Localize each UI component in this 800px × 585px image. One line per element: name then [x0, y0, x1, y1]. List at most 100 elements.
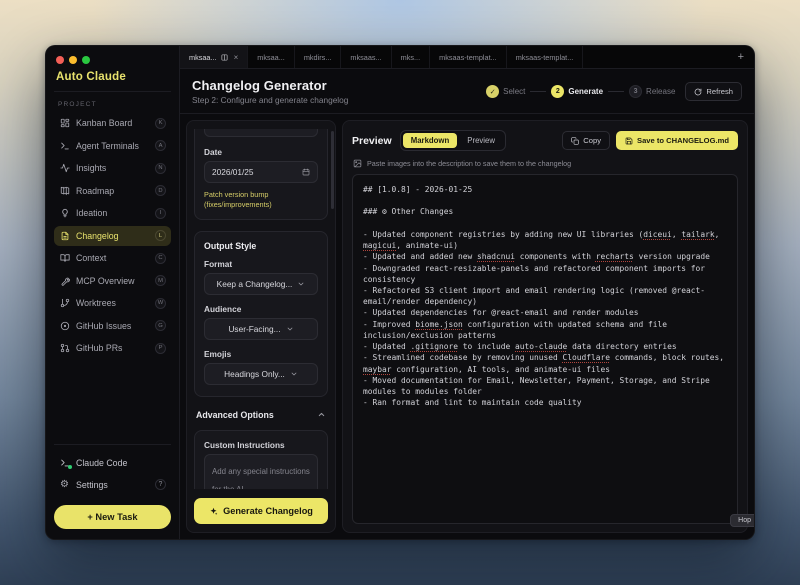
sidebar-item-changelog[interactable]: ChangelogL: [54, 226, 171, 247]
output-style-card: Output Style Format Keep a Changelog... …: [194, 231, 328, 397]
tab-mkdirs[interactable]: mkdirs...: [295, 46, 342, 68]
sidebar-item-label: GitHub PRs: [76, 343, 149, 353]
sidebar-footer: Claude Code ⚙ Settings ? + New Task: [54, 444, 171, 529]
config-scroll-region: Date 2026/01/25 Patch version bump (fixe…: [194, 129, 328, 489]
wrench-icon: [59, 275, 70, 286]
preview-header: Preview Markdown Preview Copy Save to CH…: [352, 130, 738, 151]
refresh-icon: [694, 88, 702, 96]
page-header: Changelog Generator Step 2: Configure an…: [180, 69, 754, 114]
tab-mksaa[interactable]: mksaa...×: [180, 46, 248, 68]
window-controls[interactable]: [56, 56, 171, 64]
tab-markdown[interactable]: Markdown: [403, 133, 458, 148]
git-branch-icon: [59, 298, 70, 309]
shortcut-badge: D: [155, 185, 166, 196]
map-icon: [59, 185, 70, 196]
misspelled-word: magicui: [363, 241, 396, 250]
scrollbar[interactable]: [331, 131, 334, 209]
generate-changelog-button[interactable]: Generate Changelog: [194, 498, 328, 524]
terminal-icon: [59, 140, 70, 151]
step-release[interactable]: 3 Release: [629, 85, 675, 98]
sidebar-item-mcp-overview[interactable]: MCP OverviewM: [54, 271, 171, 292]
shortcut-badge: A: [155, 140, 166, 151]
chevron-up-icon: [317, 410, 326, 419]
version-bump-hint: Patch version bump (fixes/improvements): [204, 190, 318, 210]
close-window-button[interactable]: [56, 56, 64, 64]
new-task-button[interactable]: + New Task: [54, 505, 171, 529]
sidebar-item-insights[interactable]: InsightsN: [54, 158, 171, 179]
chevron-down-icon: [286, 325, 294, 333]
tab-label: mksaas-templat...: [439, 53, 497, 62]
custom-instructions-card: Custom Instructions Add any special inst…: [194, 430, 328, 489]
tab-label: mksaa...: [257, 53, 285, 62]
step-generate[interactable]: 2 Generate: [551, 85, 603, 98]
sidebar-item-label: GitHub Issues: [76, 321, 149, 331]
sidebar-item-context[interactable]: ContextC: [54, 248, 171, 269]
tab-list: mksaa...× mksaa... mkdirs... mksaas... mks..…: [180, 46, 583, 68]
misspelled-word: Cloudflare: [563, 353, 611, 362]
misspelled-word: .gitignore: [411, 342, 459, 351]
tab-mksaa[interactable]: mksaa...: [248, 46, 295, 68]
step-connector: [608, 91, 624, 92]
image-icon: [353, 159, 362, 168]
sidebar-item-github-prs[interactable]: GitHub PRsP: [54, 338, 171, 359]
new-tab-button[interactable]: +: [728, 51, 754, 63]
chevron-down-icon: [297, 280, 305, 288]
view-toggle: Markdown Preview: [400, 130, 506, 151]
shortcut-badge: G: [155, 320, 166, 331]
shortcut-badge: I: [155, 208, 166, 219]
tab-mksaas-templat[interactable]: mksaas-templat...: [430, 46, 507, 68]
emojis-select[interactable]: Headings Only...: [204, 363, 318, 385]
file-text-icon: [59, 230, 70, 241]
save-icon: [625, 137, 633, 145]
circle-dot-icon: [59, 320, 70, 331]
tab-bar: mksaa...× mksaa... mkdirs... mksaas... mks..…: [180, 46, 754, 69]
sidebar-item-label: Worktrees: [76, 298, 149, 308]
misspelled-word: tailark: [681, 230, 714, 239]
columns-icon: [221, 54, 228, 61]
claude-code-item[interactable]: Claude Code: [54, 453, 171, 472]
misspelled-word: recharts: [596, 252, 634, 261]
refresh-button[interactable]: Refresh: [685, 82, 742, 101]
book-icon: [59, 253, 70, 264]
copy-button[interactable]: Copy: [562, 131, 610, 150]
page-subtitle: Step 2: Configure and generate changelog: [192, 95, 348, 105]
close-icon[interactable]: ×: [234, 53, 239, 62]
date-card: Date 2026/01/25 Patch version bump (fixe…: [194, 129, 328, 220]
format-select[interactable]: Keep a Changelog...: [204, 273, 318, 295]
content-area: Date 2026/01/25 Patch version bump (fixe…: [180, 114, 754, 539]
output-style-heading: Output Style: [204, 241, 318, 251]
save-button[interactable]: Save to CHANGELOG.md: [616, 131, 738, 150]
misspelled-word: shadcnui: [477, 252, 515, 261]
sidebar-item-label: MCP Overview: [76, 276, 149, 286]
advanced-options-toggle[interactable]: Advanced Options: [194, 408, 328, 422]
minimize-window-button[interactable]: [69, 56, 77, 64]
help-icon[interactable]: ?: [155, 479, 166, 490]
tab-preview[interactable]: Preview: [459, 133, 503, 148]
step-select[interactable]: ✓ Select: [486, 85, 525, 98]
sidebar-item-kanban-board[interactable]: Kanban BoardK: [54, 113, 171, 134]
chevron-down-icon: [290, 370, 298, 378]
audience-select[interactable]: User-Facing...: [204, 318, 318, 340]
sidebar-nav: Kanban BoardKAgent TerminalsAInsightsNRo…: [54, 113, 171, 359]
sidebar-item-ideation[interactable]: IdeationI: [54, 203, 171, 224]
tab-label: mksaas...: [350, 53, 381, 62]
zoom-window-button[interactable]: [82, 56, 90, 64]
version-input[interactable]: [204, 129, 318, 137]
sidebar-item-worktrees[interactable]: WorktreesW: [54, 293, 171, 314]
sidebar-item-github-issues[interactable]: GitHub Issues G: [54, 316, 171, 337]
git-pull-request-icon: [59, 343, 70, 354]
sidebar-item-agent-terminals[interactable]: Agent TerminalsA: [54, 136, 171, 157]
markdown-editor[interactable]: ## [1.0.8] - 2026-01-25 ### ⚙ Other Chan…: [352, 174, 738, 524]
tab-mks[interactable]: mks...: [392, 46, 430, 68]
emojis-label: Emojis: [204, 349, 318, 359]
sidebar-item-roadmap[interactable]: RoadmapD: [54, 181, 171, 202]
tab-mksaas-templat[interactable]: mksaas-templat...: [507, 46, 584, 68]
lightbulb-icon: [59, 208, 70, 219]
settings-item[interactable]: ⚙ Settings ?: [54, 475, 171, 494]
copy-icon: [571, 137, 579, 145]
sidebar-item-label: Context: [76, 253, 149, 263]
date-input[interactable]: 2026/01/25: [204, 161, 318, 183]
custom-instructions-input[interactable]: Add any special instructions for the AI.…: [204, 454, 318, 489]
tab-mksaas[interactable]: mksaas...: [341, 46, 391, 68]
sparkles-icon: [209, 507, 218, 516]
